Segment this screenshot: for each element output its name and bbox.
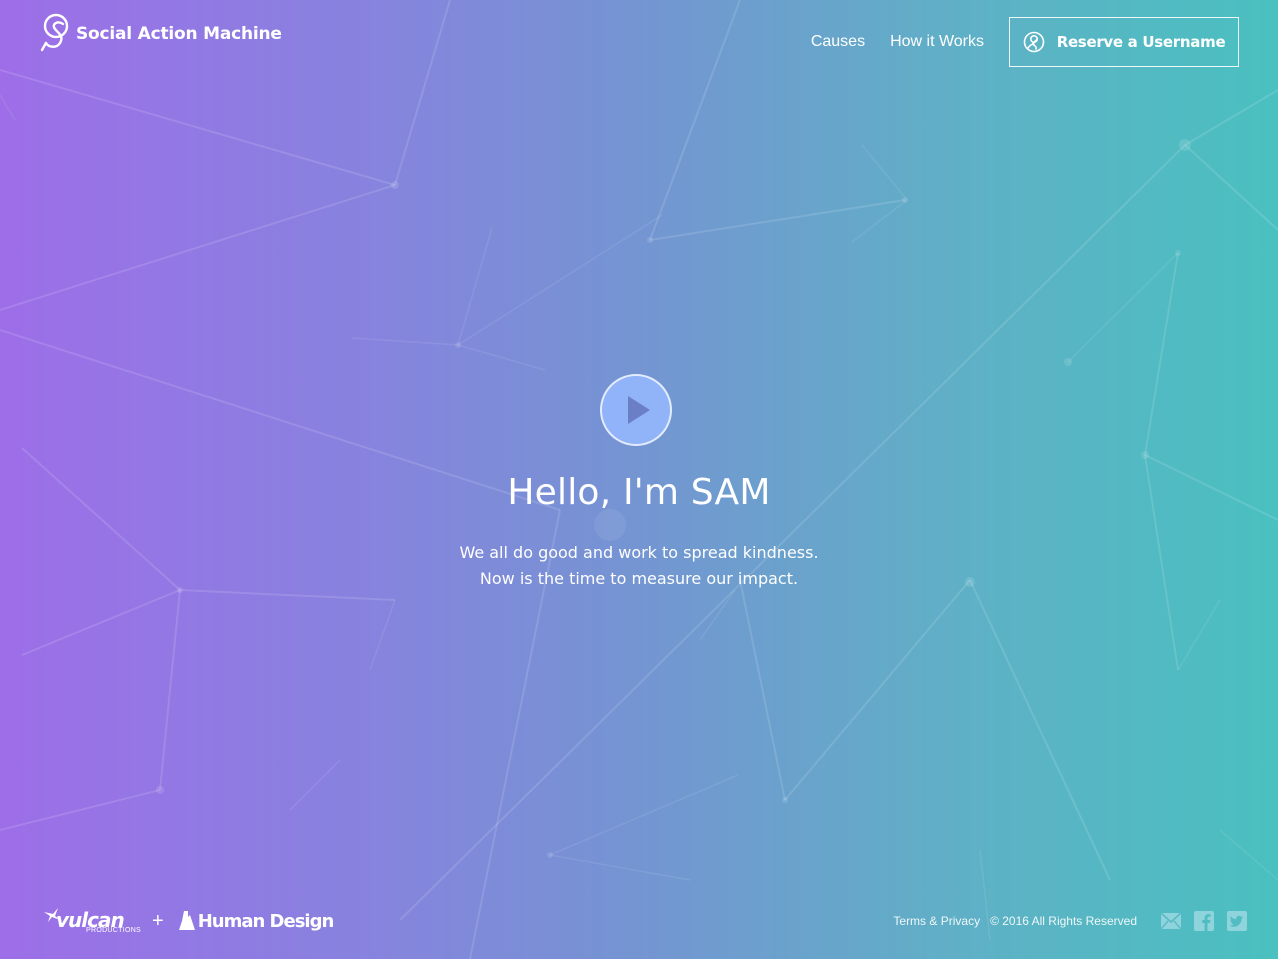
logo-text: Social Action Machine xyxy=(76,24,282,44)
nav-how-it-works-link[interactable]: How it Works xyxy=(890,17,984,67)
hero-subtitle: We all do good and work to spread kindne… xyxy=(0,540,1278,592)
play-video-button[interactable] xyxy=(600,374,672,446)
partner-plus: + xyxy=(152,909,164,932)
copyright-text: © 2016 All Rights Reserved xyxy=(990,914,1137,928)
terms-privacy-link[interactable]: Terms & Privacy xyxy=(893,914,980,928)
user-logo-icon xyxy=(1023,31,1044,53)
hero-subtitle-line-1: We all do good and work to spread kindne… xyxy=(459,543,819,562)
reserve-username-label: Reserve a Username xyxy=(1056,33,1226,51)
human-design-mark-icon xyxy=(178,911,195,930)
hero-title: Hello, I'm SAM xyxy=(507,472,771,513)
main-nav: Causes How it Works Reserve a Username xyxy=(811,17,1239,67)
vulcan-logo[interactable]: vulcan PRODUCTIONS xyxy=(44,906,144,936)
logo-mark-icon xyxy=(40,13,69,52)
hero-subtitle-line-2: Now is the time to measure our impact. xyxy=(479,569,799,588)
human-design-wordmark: Human Design xyxy=(197,910,335,932)
facebook-icon[interactable] xyxy=(1193,910,1215,932)
logo[interactable]: Social Action Machine xyxy=(40,12,282,52)
mail-icon[interactable] xyxy=(1160,910,1182,932)
footer-links: Terms & Privacy © 2016 All Rights Reserv… xyxy=(893,910,1248,932)
play-icon xyxy=(628,396,650,424)
reserve-username-button[interactable]: Reserve a Username xyxy=(1009,17,1239,67)
twitter-icon[interactable] xyxy=(1226,910,1248,932)
human-design-logo[interactable]: Human Design xyxy=(178,911,334,932)
nav-causes-link[interactable]: Causes xyxy=(811,17,865,67)
vulcan-subtitle: PRODUCTIONS xyxy=(86,927,142,934)
partner-logos: vulcan PRODUCTIONS + Human Design xyxy=(44,906,334,936)
